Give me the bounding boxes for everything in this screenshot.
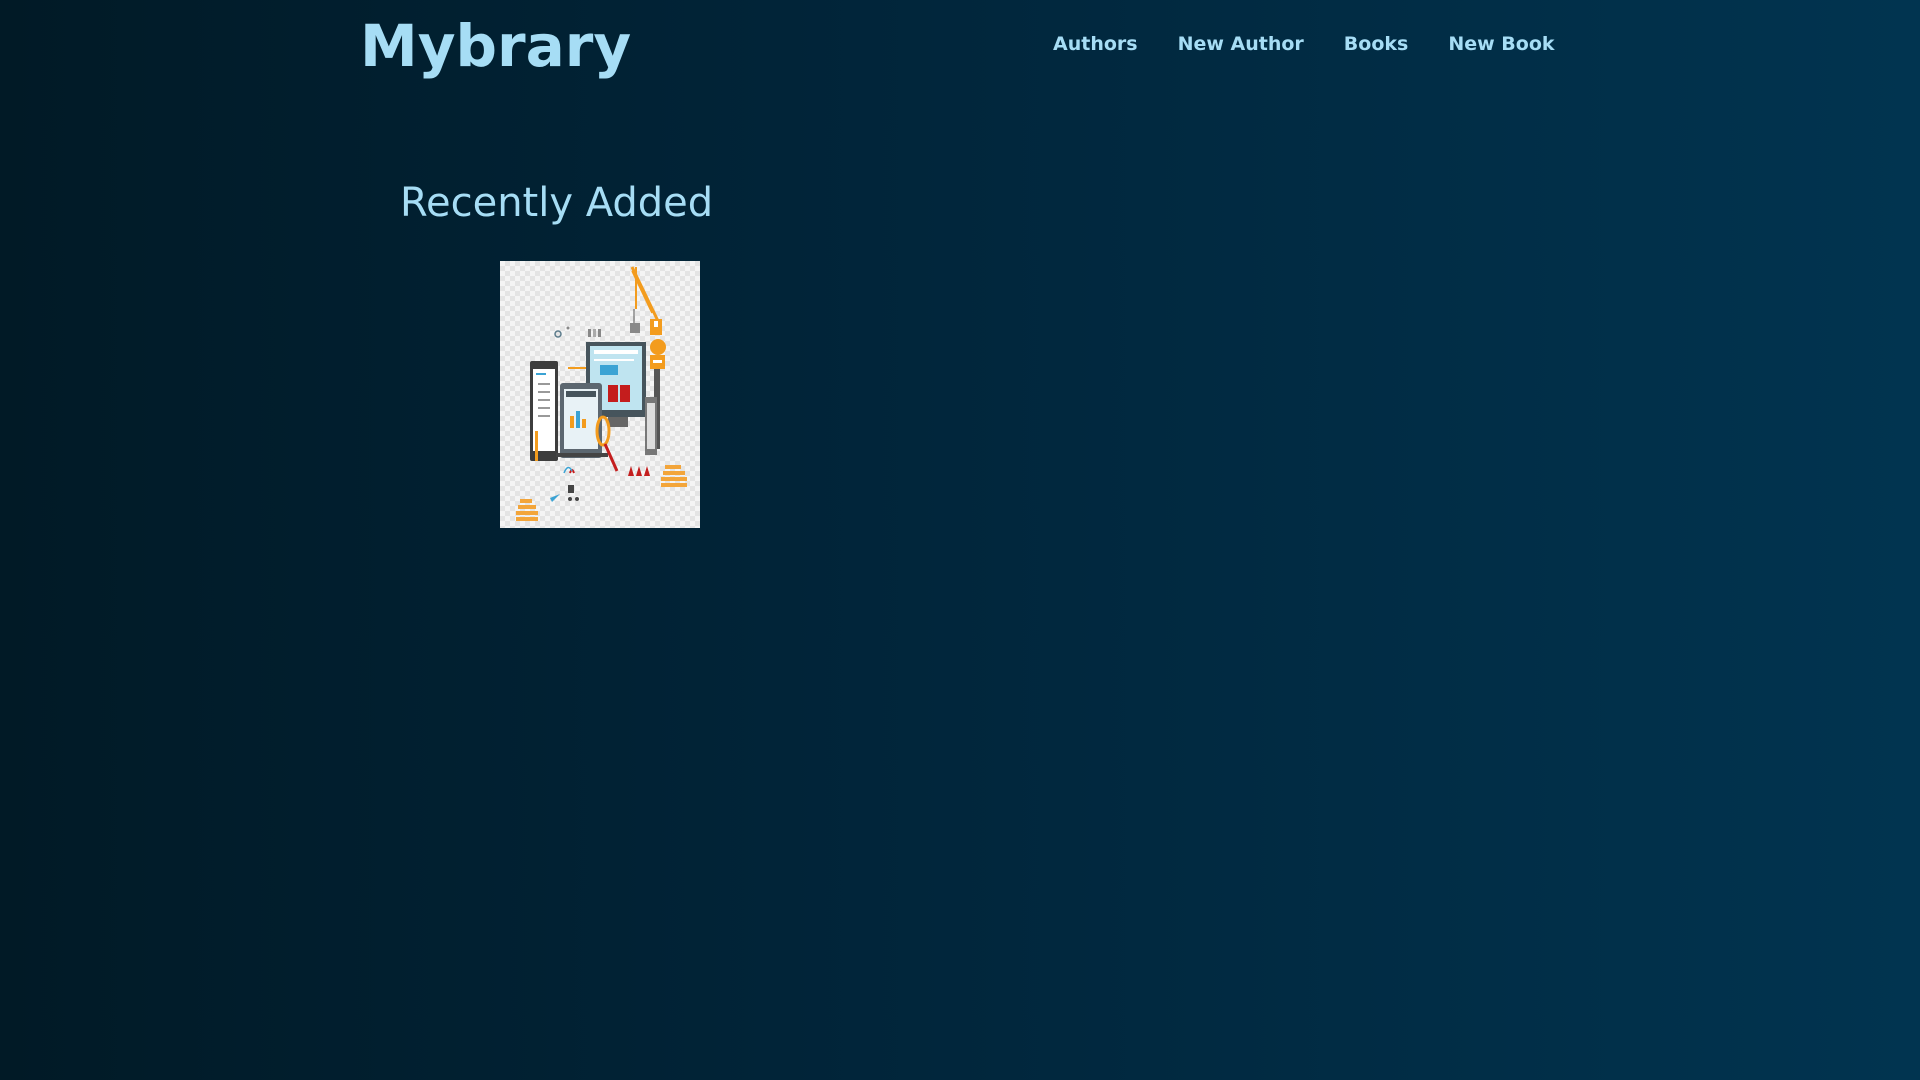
section-title-recently-added: Recently Added [400,180,714,226]
site-logo-link[interactable]: Mybrary [360,8,631,84]
main-nav: Authors New Author Books New Book [1053,31,1595,57]
book-cover-link[interactable] [500,261,700,528]
nav-link-new-author[interactable]: New Author [1178,31,1304,57]
nav-link-new-book[interactable]: New Book [1448,31,1554,57]
phone-icon [530,361,558,461]
nav-link-authors[interactable]: Authors [1053,31,1138,57]
bricks-icon [661,465,687,487]
nav-link-books[interactable]: Books [1344,31,1409,57]
site-header: Mybrary Authors New Author Books New Boo… [0,0,1920,100]
web-development-illustration-icon [516,266,687,521]
